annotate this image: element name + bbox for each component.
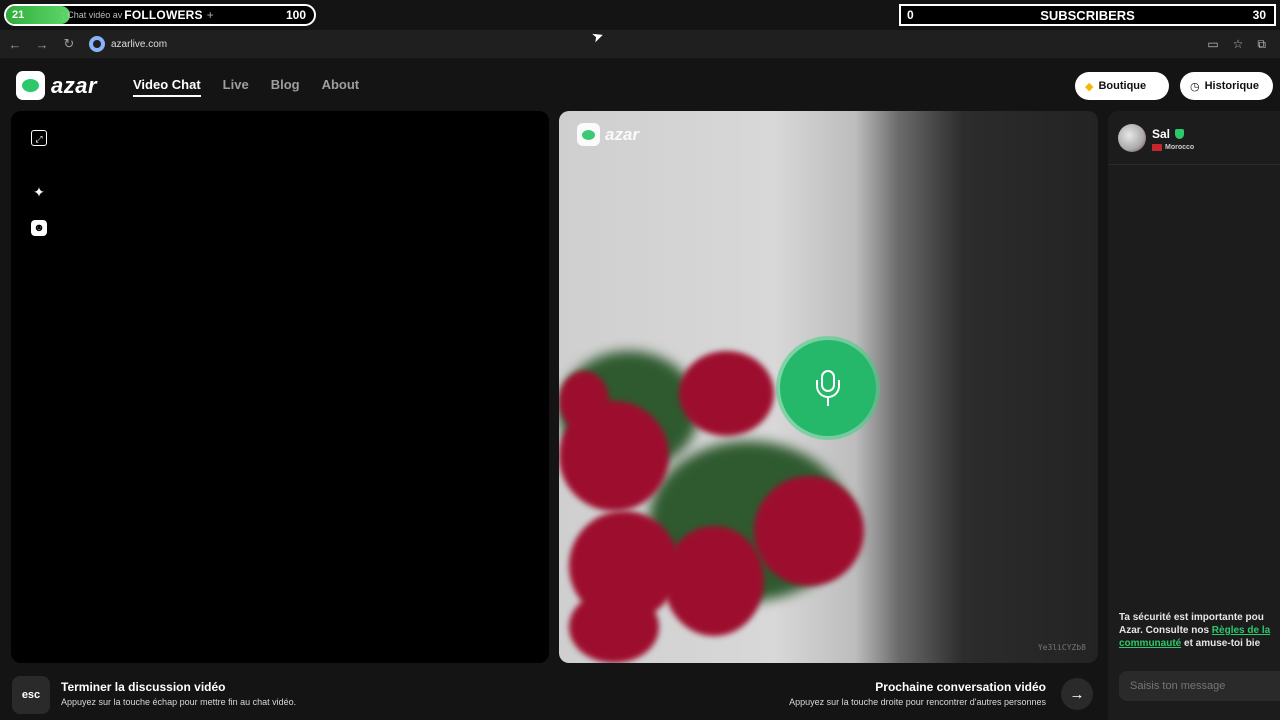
browser-toolbar: ← → ↻ azarlive.com ▭ ☆ ⧉ [0, 30, 1280, 58]
gem-icon: ◆ [1085, 80, 1094, 93]
bookmark-star-icon[interactable]: ☆ [1233, 37, 1244, 51]
clock-icon: ◷ [1190, 80, 1200, 93]
followers-prefix-text: : Chat vidéo av [62, 10, 123, 20]
verified-shield-icon [1175, 129, 1184, 139]
morocco-flag-icon [1152, 144, 1162, 151]
followers-goal-bar: 21 : Chat vidéo av FOLLOWERS + 100 [4, 4, 316, 26]
esc-key-button[interactable]: esc [12, 676, 50, 714]
message-input[interactable] [1119, 671, 1280, 701]
forward-icon[interactable]: → [30, 37, 54, 52]
extensions-icon[interactable]: ⧉ [1257, 37, 1266, 52]
next-arrow-icon[interactable]: → [1061, 678, 1093, 710]
nav-about[interactable]: About [322, 77, 360, 92]
community-rules-link-2[interactable]: communauté [1119, 638, 1181, 649]
address-bar[interactable]: azarlive.com [89, 36, 167, 52]
back-icon[interactable]: ← [3, 37, 27, 52]
video-flower [569, 591, 659, 663]
nav-live[interactable]: Live [223, 77, 249, 92]
microphone-icon[interactable] [780, 340, 876, 436]
boutique-button[interactable]: ◆ Boutique [1075, 72, 1169, 100]
nav-video-chat[interactable]: Video Chat [133, 77, 201, 97]
video-flower [754, 476, 864, 586]
app-header: azar Video Chat Live Blog About ◆ Boutiq… [0, 58, 1280, 112]
chat-panel: Sal Morocco Ta sécurité est importante p… [1108, 111, 1280, 720]
followers-goal: 100 [285, 8, 306, 22]
peer-name: Sal [1152, 127, 1171, 141]
next-chat-description: Appuyez sur la touche droite pour rencon… [789, 697, 1046, 707]
historique-label: Historique [1204, 80, 1260, 92]
safety-line-1: Ta sécurité est importante pou [1119, 612, 1264, 623]
expand-icon[interactable]: ⤢ [31, 130, 47, 146]
reload-icon[interactable]: ↻ [57, 36, 81, 52]
plus-icon: + [206, 8, 214, 22]
avatar[interactable] [1118, 124, 1146, 152]
remote-video-panel: azar Ye3liCYZb8 [559, 111, 1098, 663]
peer-country: Morocco [1152, 144, 1194, 151]
cast-icon[interactable]: ▭ [1207, 37, 1218, 51]
session-id: Ye3liCYZb8 [1037, 643, 1086, 652]
sticker-icon[interactable]: ☻ [31, 220, 47, 236]
azar-logo-icon [16, 71, 45, 100]
peer-country-label: Morocco [1165, 144, 1195, 151]
safety-notice: Ta sécurité est importante pou Azar. Con… [1119, 611, 1280, 650]
followers-count: 21 [12, 9, 25, 21]
azar-logo[interactable]: azar [16, 71, 97, 100]
subscribers-goal: 30 [1252, 8, 1266, 22]
community-rules-link[interactable]: Règles de la [1212, 625, 1270, 636]
peer-profile-header[interactable]: Sal Morocco [1108, 111, 1280, 165]
logo-text: azar [51, 72, 98, 98]
local-video-panel: ⤢ ✦ ☻ [11, 111, 549, 663]
historique-button[interactable]: ◷ Historique [1180, 72, 1273, 100]
next-chat-title: Prochaine conversation vidéo [875, 680, 1046, 694]
video-flower [559, 371, 609, 431]
main-nav: Video Chat Live Blog About [133, 77, 381, 97]
subscribers-goal-bar: 0 SUBSCRIBERS 30 [899, 4, 1276, 26]
video-flower [679, 351, 774, 436]
azar-logo-icon [577, 123, 600, 146]
end-chat-description: Appuyez sur la touche échap pour mettre … [61, 697, 297, 707]
boutique-label: Boutique [1098, 80, 1147, 92]
end-chat-title: Terminer la discussion vidéo [61, 680, 226, 694]
nav-blog[interactable]: Blog [271, 77, 300, 92]
safety-line-2: Azar. Consulte nos [1119, 625, 1212, 636]
url-text: azarlive.com [111, 38, 168, 50]
bottom-shortcut-bar: esc Terminer la discussion vidéo Appuyez… [0, 665, 1108, 720]
remote-logo-text: azar [605, 124, 640, 144]
sparkle-effects-icon[interactable]: ✦ [31, 184, 47, 200]
site-info-icon[interactable] [89, 36, 105, 52]
followers-label: FOLLOWERS [124, 8, 203, 22]
remote-watermark-logo: azar [577, 123, 639, 146]
safety-line-3: et amuse-toi bie [1181, 638, 1261, 649]
subscribers-label: SUBSCRIBERS [1040, 7, 1135, 23]
video-flower [664, 526, 764, 636]
